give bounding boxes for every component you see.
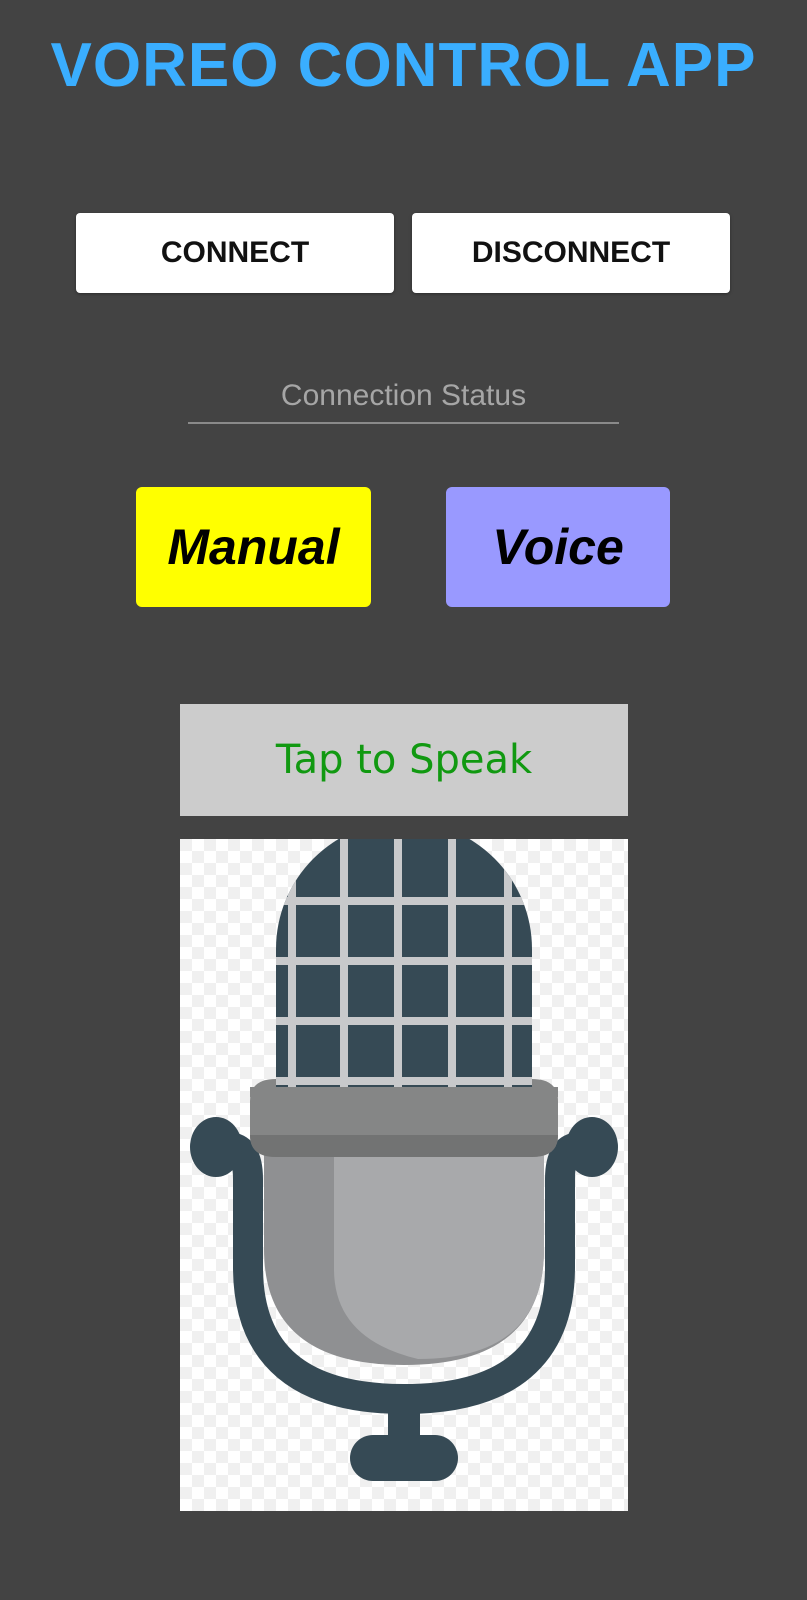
disconnect-button[interactable]: DISCONNECT xyxy=(412,213,730,293)
connect-button[interactable]: CONNECT xyxy=(76,213,394,293)
connection-status-field: Connection Status xyxy=(188,370,619,424)
microphone-icon[interactable] xyxy=(180,839,628,1511)
app-title: VOREO CONTROL APP xyxy=(50,31,757,100)
tap-to-speak-button[interactable]: Tap to Speak xyxy=(180,704,628,816)
voice-mode-button[interactable]: Voice xyxy=(446,487,670,607)
manual-mode-button[interactable]: Manual xyxy=(136,487,371,607)
